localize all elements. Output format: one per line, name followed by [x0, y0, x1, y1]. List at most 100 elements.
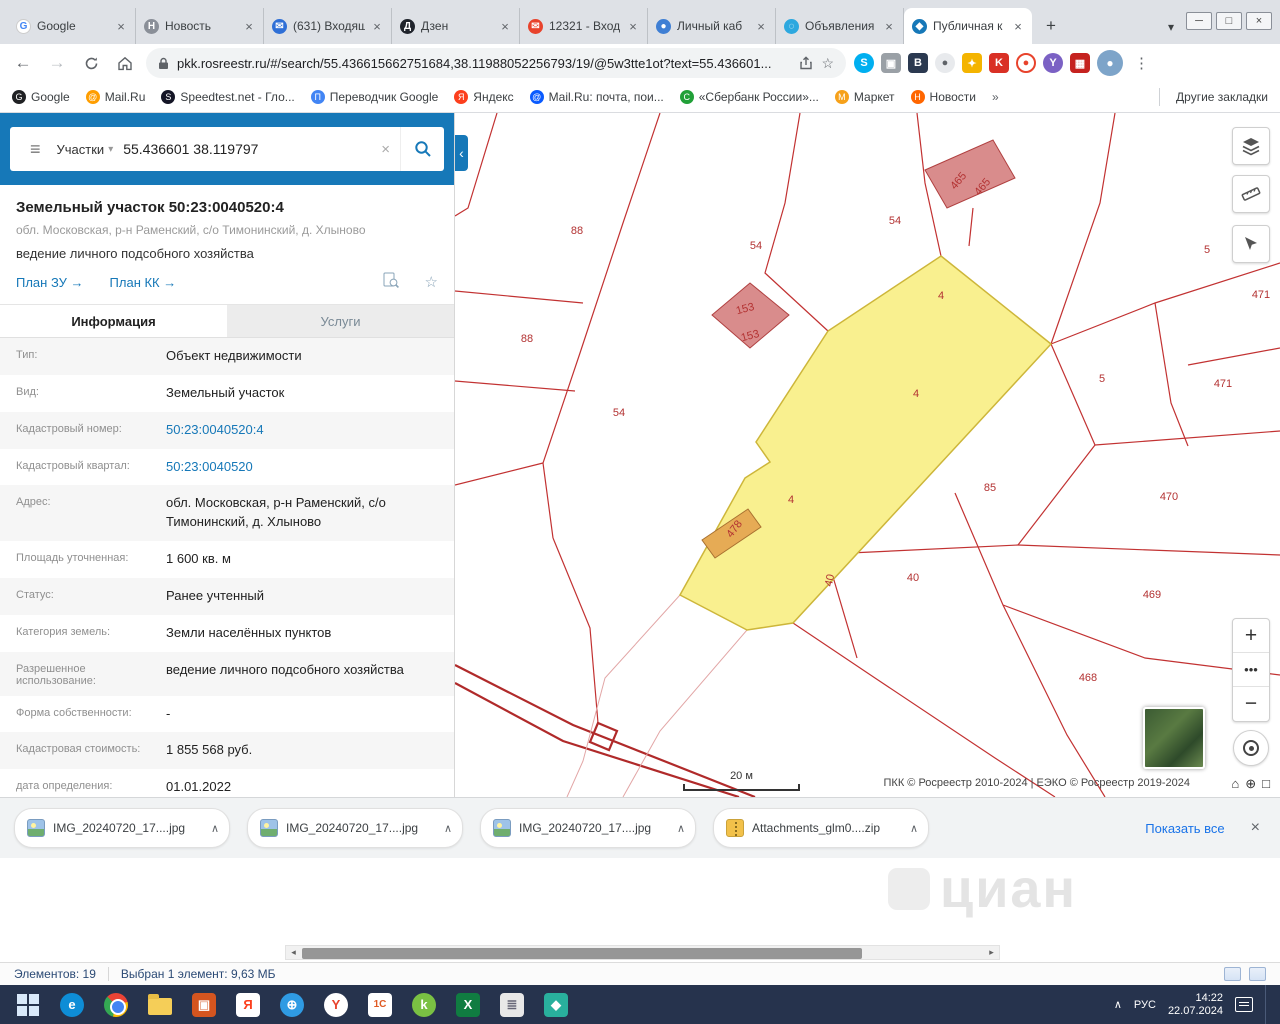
profile-avatar[interactable]: ● [1097, 50, 1123, 76]
extension-icon[interactable]: ▦ [1070, 53, 1090, 73]
geolocate-button[interactable] [1233, 730, 1269, 766]
other-bookmarks-button[interactable]: Другие закладки [1176, 90, 1268, 104]
download-chip[interactable]: IMG_20240720_17....jpg∧ [247, 808, 463, 848]
edge-taskbar-icon[interactable]: e [50, 985, 94, 1024]
extension-icon[interactable]: Y [1043, 53, 1063, 73]
layers-button[interactable] [1232, 127, 1270, 165]
start-button[interactable] [6, 985, 50, 1024]
tab-search-chevron-icon[interactable]: ▾ [1168, 20, 1174, 34]
bookmark-star-icon[interactable]: ☆ [821, 55, 834, 72]
building-465[interactable] [925, 140, 1015, 208]
home-extent-icon[interactable]: ⌂ [1231, 776, 1239, 792]
fullscreen-icon[interactable]: □ [1262, 776, 1270, 792]
browser-tab[interactable]: ◌Объявления× [776, 8, 904, 44]
horizontal-scrollbar[interactable]: ◂ ▸ [285, 945, 1000, 960]
close-button[interactable]: × [1246, 12, 1272, 30]
bookmark-item[interactable]: SSpeedtest.net - Гло... [161, 90, 294, 104]
tab-close-icon[interactable]: × [883, 19, 895, 34]
zoom-in-button[interactable]: + [1233, 619, 1269, 653]
search-clear-icon[interactable]: × [371, 141, 400, 158]
url-text[interactable]: pkk.rosreestr.ru/#/search/55.43661566275… [177, 56, 791, 71]
zoom-more-button[interactable]: ••• [1233, 653, 1269, 687]
bookmark-item[interactable]: ППереводчик Google [311, 90, 439, 104]
browser-tab[interactable]: ННовость× [136, 8, 264, 44]
plan-preview-icon[interactable] [383, 272, 399, 292]
show-desktop-button[interactable] [1265, 985, 1270, 1024]
home-button[interactable] [112, 50, 138, 76]
reload-button[interactable] [78, 50, 104, 76]
extension-icon[interactable]: ✦ [962, 53, 982, 73]
identify-button[interactable] [1232, 225, 1270, 263]
cadastral-map[interactable]: 88 54 465 465 54 5 471 153 153 4 88 5 47… [455, 113, 1280, 797]
ybrowser-taskbar-icon[interactable]: Y [314, 985, 358, 1024]
kontur-taskbar-icon[interactable]: k [402, 985, 446, 1024]
new-tab-button[interactable]: + [1038, 13, 1064, 39]
yandex-taskbar-icon[interactable]: Я [226, 985, 270, 1024]
browser-tab[interactable]: GGoogle× [8, 8, 136, 44]
excel-taskbar-icon[interactable]: X [446, 985, 490, 1024]
measure-button[interactable] [1232, 175, 1270, 213]
bookmark-item[interactable]: @Mail.Ru [86, 90, 146, 104]
bookmark-item[interactable]: GGoogle [12, 90, 70, 104]
download-chip[interactable]: IMG_20240720_17....jpg∧ [480, 808, 696, 848]
tab-close-icon[interactable]: × [115, 19, 127, 34]
download-chip[interactable]: IMG_20240720_17....jpg∧ [14, 808, 230, 848]
tab-close-icon[interactable]: × [627, 19, 639, 34]
search-submit-button[interactable] [400, 127, 444, 171]
chevron-down-icon[interactable]: ▾ [108, 144, 123, 155]
chip-caret-icon[interactable]: ∧ [910, 822, 918, 835]
panel-collapse-button[interactable]: ‹ [455, 135, 468, 171]
browser-tab[interactable]: ●Личный каб× [648, 8, 776, 44]
profile-extension-icon[interactable]: ● [935, 53, 955, 73]
search-category-dropdown[interactable]: Участки [51, 142, 109, 157]
browser-tab-active[interactable]: ◆Публичная к× [904, 8, 1032, 44]
map-canvas[interactable]: 88 54 465 465 54 5 471 153 153 4 88 5 47… [455, 113, 1280, 797]
minimize-button[interactable]: ─ [1186, 12, 1212, 30]
bookmark-item[interactable]: ННовости [911, 90, 976, 104]
extension-icon[interactable]: B [908, 53, 928, 73]
tab-close-icon[interactable]: × [243, 19, 255, 34]
browser-tab[interactable]: ✉12321 - Вход× [520, 8, 648, 44]
taskbar-clock[interactable]: 14:22 22.07.2024 [1168, 992, 1223, 1018]
browser-menu-kebab-icon[interactable]: ⋮ [1130, 54, 1153, 72]
tray-expand-icon[interactable]: ∧ [1114, 998, 1122, 1011]
favorite-star-icon[interactable]: ☆ [425, 273, 438, 291]
scroll-left-arrow[interactable]: ◂ [286, 946, 301, 959]
action-center-icon[interactable] [1235, 997, 1253, 1012]
center-target-icon[interactable]: ⊕ [1245, 776, 1256, 792]
browser-tab[interactable]: ✉(631) Входящ× [264, 8, 392, 44]
tab-services[interactable]: Услуги [227, 305, 454, 337]
share-icon[interactable] [799, 56, 813, 70]
scroll-thumb[interactable] [302, 948, 862, 959]
tab-information[interactable]: Информация [0, 305, 227, 337]
bookmarks-overflow-icon[interactable]: » [992, 90, 999, 104]
bookmark-item[interactable]: ЯЯндекс [454, 90, 513, 104]
scroll-right-arrow[interactable]: ▸ [984, 946, 999, 959]
app-taskbar-icon[interactable]: ▣ [182, 985, 226, 1024]
maximize-button[interactable]: □ [1216, 12, 1242, 30]
tab-close-icon[interactable]: × [1012, 19, 1024, 34]
chip-caret-icon[interactable]: ∧ [211, 822, 219, 835]
extension-icon[interactable]: ● [1016, 53, 1036, 73]
bookmark-item[interactable]: ММаркет [835, 90, 895, 104]
language-indicator[interactable]: РУС [1134, 999, 1156, 1011]
details-view-icon[interactable] [1224, 967, 1241, 981]
cadastral-quarter-link[interactable]: 50:23:0040520 [166, 458, 454, 477]
browser-tab[interactable]: ДДзен× [392, 8, 520, 44]
chrome-taskbar-icon[interactable] [94, 985, 138, 1024]
chip-caret-icon[interactable]: ∧ [444, 822, 452, 835]
back-button[interactable]: ← [10, 50, 36, 76]
tab-close-icon[interactable]: × [755, 19, 767, 34]
cadastral-number-link[interactable]: 50:23:0040520:4 [166, 421, 454, 440]
extension-icon[interactable]: ▣ [881, 53, 901, 73]
downloads-close-icon[interactable]: × [1251, 819, 1266, 837]
cube-app-taskbar-icon[interactable]: ◆ [534, 985, 578, 1024]
explorer-taskbar-icon[interactable] [138, 985, 182, 1024]
search-input[interactable] [123, 141, 371, 157]
plan-zu-link[interactable]: План ЗУ → [16, 275, 84, 290]
basemap-thumbnail[interactable] [1143, 707, 1205, 769]
globe-app-taskbar-icon[interactable]: ⊕ [270, 985, 314, 1024]
app2-taskbar-icon[interactable]: ≣ [490, 985, 534, 1024]
forward-button[interactable]: → [44, 50, 70, 76]
onec-taskbar-icon[interactable]: 1С [358, 985, 402, 1024]
